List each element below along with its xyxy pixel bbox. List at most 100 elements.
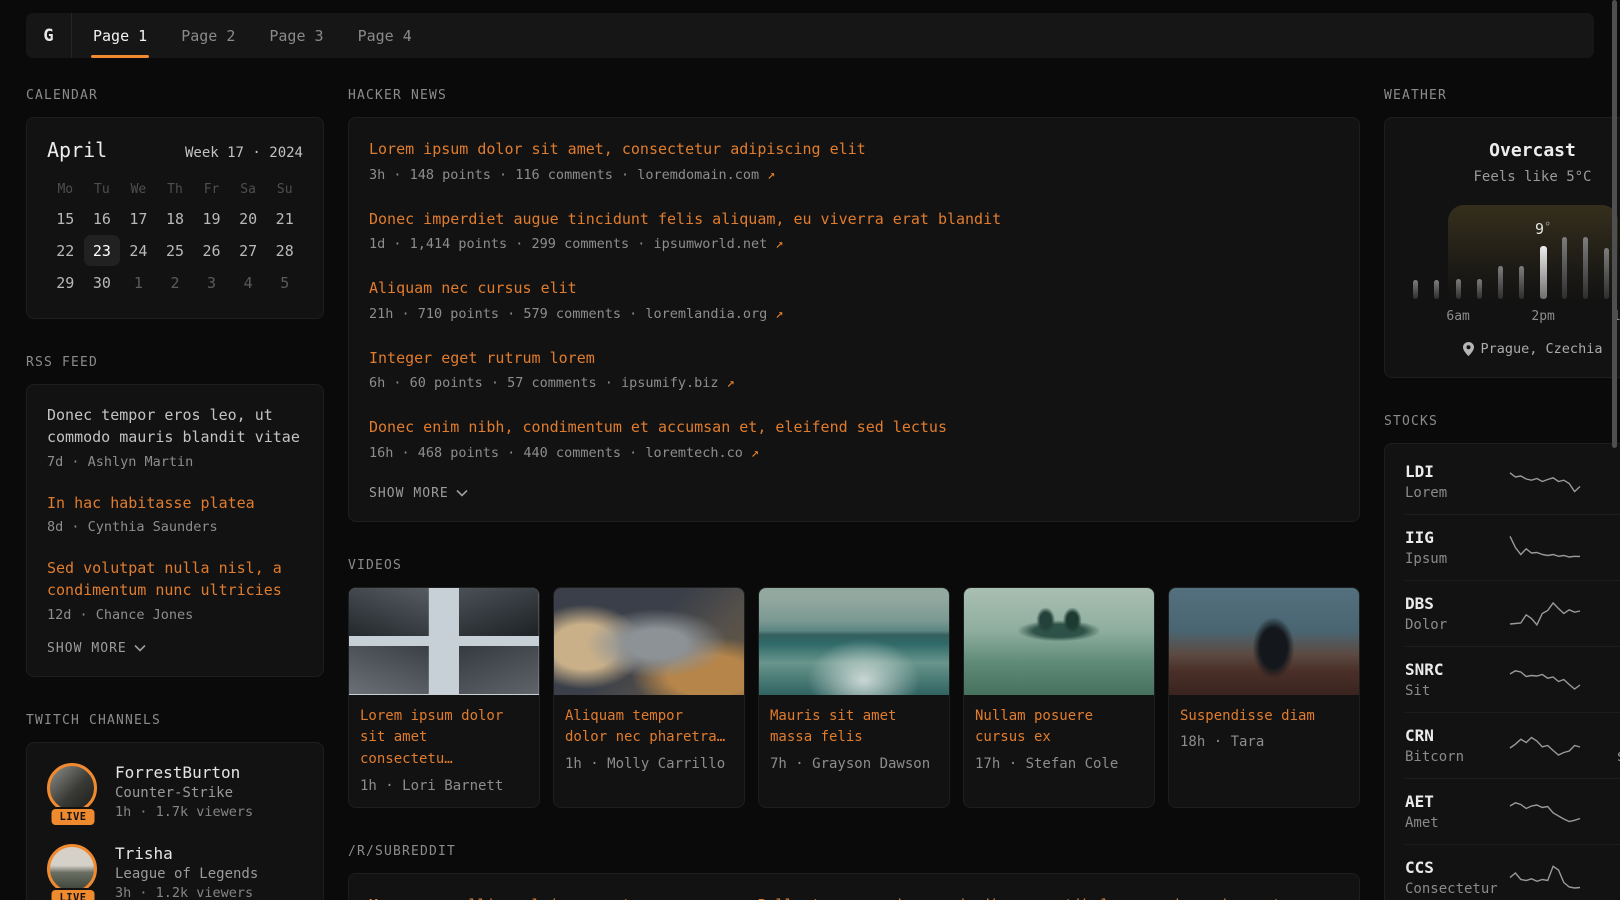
hacker-news-show-more-label: SHOW MORE [369,486,449,501]
subreddit-item-title[interactable]: Maecenas mollis pulvinar erat non posuer… [369,894,1339,900]
rss-item-title[interactable]: Sed volutpat nulla nisl, a condimentum n… [47,558,303,602]
video-title[interactable]: Suspendisse diam [1180,706,1348,728]
twitch-channel-game: Counter-Strike [115,785,253,801]
stock-sparkline [1509,731,1581,761]
twitch-channel-name[interactable]: ForrestBurton [115,763,253,782]
calendar-grid: 1516171819202122232425262728293012345 [47,203,303,298]
weather-bar [1477,279,1482,299]
stocks-section-label: STOCKS [1384,414,1620,429]
temp-value: 9 [1535,220,1544,238]
stock-value: $165.84 [1589,881,1620,897]
app-logo[interactable]: G [26,13,72,58]
video-thumbnail[interactable] [759,588,949,695]
nav-tab-page-1[interactable]: Page 1 [76,13,164,58]
video-meta: 7h · Grayson Dawson [770,756,938,772]
weather-bar-slot [1511,211,1532,299]
stock-value: $795.18 [1589,485,1620,501]
weather-feels-like: Feels like 5°C [1405,169,1620,185]
hacker-news-item-meta: 1d · 1,414 points · 299 comments · ipsum… [369,236,1339,252]
video-card[interactable]: Mauris sit amet massa felis 7h · Grayson … [758,587,950,808]
stock-value: $156.28 [1589,617,1620,633]
calendar-day: 2 [157,267,194,298]
hacker-news-list: Lorem ipsum dolor sit amet, consectetur … [369,138,1339,461]
hacker-news-item-meta: 6h · 60 points · 57 comments · ipsumify.… [369,375,1339,391]
hacker-news-item-title[interactable]: Integer eget rutrum lorem [369,347,1339,370]
stock-ticker: AET [1405,792,1501,811]
video-title[interactable]: Aliquam tempor dolor nec pharetra… [565,706,733,749]
hacker-news-item: Lorem ipsum dolor sit amet, consectetur … [369,138,1339,183]
middle-column: HACKER NEWS Lorem ipsum dolor sit amet, … [348,88,1360,900]
calendar-weekday: Mo [47,182,84,197]
hacker-news-item: Integer eget rutrum lorem 6h · 60 points … [369,347,1339,392]
video-thumbnail[interactable] [964,588,1154,695]
stock-value: $148.64 [1589,683,1620,699]
stock-ticker: CCS [1405,858,1501,877]
hacker-news-item-title[interactable]: Aliquam nec cursus elit [369,277,1339,300]
stock-row: DBSDolor+1.42%$156.28 [1405,580,1620,646]
weather-bar [1540,246,1547,299]
weather-bar-slot [1405,211,1426,299]
weather-bar-slot [1426,211,1447,299]
hacker-news-item-title[interactable]: Lorem ipsum dolor sit amet, consectetur … [369,138,1339,161]
twitch-card: LIVEForrestBurtonCounter-Strike1h · 1.7k… [26,742,324,900]
chevron-down-icon [456,489,468,497]
calendar-day: 25 [157,235,194,266]
video-card[interactable]: Suspendisse diam18h · Tara [1168,587,1360,808]
video-thumbnail[interactable] [349,588,539,695]
hacker-news-item-title[interactable]: Donec enim nibh, condimentum et accumsan… [369,416,1339,439]
video-card[interactable]: Aliquam tempor dolor nec pharetra…1h · M… [553,587,745,808]
subreddit-card: Maecenas mollis pulvinar erat non posuer… [348,873,1360,900]
twitch-channel-row[interactable]: LIVEForrestBurtonCounter-Strike1h · 1.7k… [47,763,303,820]
calendar-day: 30 [84,267,121,298]
nav-tab-page-3[interactable]: Page 3 [252,13,340,58]
twitch-channel-info: TrishaLeague of Legends3h · 1.2k viewers [115,844,258,900]
weather-bar [1456,279,1461,299]
hacker-news-item-title[interactable]: Donec imperdiet augue tincidunt felis al… [369,208,1339,231]
video-card-body: Nullam posuere cursus ex17h · Stefan Col… [964,695,1154,785]
rss-item-title[interactable]: In hac habitasse platea [47,493,303,515]
twitch-channel-name[interactable]: Trisha [115,844,258,863]
video-title[interactable]: Lorem ipsum dolor sit amet consectetu… [360,706,528,771]
stock-value: $66,171.48 [1589,749,1620,765]
calendar-day: 18 [157,203,194,234]
stock-row: SNRCSit+1.36%$148.64 [1405,646,1620,712]
video-card[interactable]: Lorem ipsum dolor sit amet consectetu…1h… [348,587,540,808]
subreddit-item: Maecenas mollis pulvinar erat non posuer… [369,894,1339,900]
stock-left: SNRCSit [1405,660,1501,699]
calendar-card: April Week 17 · 2024 MoTuWeThFrSaSu 1516… [26,117,324,319]
rss-show-more-label: SHOW MORE [47,641,127,656]
live-badge: LIVE [50,807,97,827]
page-scrollbar-thumb[interactable] [1612,0,1617,448]
video-title[interactable]: Mauris sit amet massa felis [770,706,938,749]
twitch-avatar-wrap: LIVE [47,763,99,820]
hacker-news-item: Aliquam nec cursus elit21h · 710 points … [369,277,1339,322]
twitch-channel-row[interactable]: LIVETrishaLeague of Legends3h · 1.2k vie… [47,844,303,900]
nav-tab-page-4[interactable]: Page 4 [341,13,429,58]
dashboard-page: G Page 1Page 2Page 3Page 4 CALENDAR Apri… [0,0,1620,900]
video-card-body: Aliquam tempor dolor nec pharetra…1h · M… [554,695,744,785]
hacker-news-show-more-button[interactable]: SHOW MORE [369,486,1339,501]
rss-card: Donec tempor eros leo, ut commodo mauris… [26,384,324,677]
nav-tab-page-2[interactable]: Page 2 [164,13,252,58]
stock-sparkline [1509,665,1581,695]
calendar-day: 27 [230,235,267,266]
stock-name: Lorem [1405,485,1501,501]
stock-left: CRNBitcorn [1405,726,1501,765]
stock-left: IIGIpsum [1405,528,1501,567]
stock-sparkline [1509,599,1581,629]
stock-right: +2.84%$42.04 [1589,528,1620,567]
hacker-news-item-meta: 3h · 148 points · 116 comments · loremdo… [369,167,1339,183]
stock-change: -1.00% [1589,726,1620,745]
calendar-day: 22 [47,235,84,266]
rss-show-more-button[interactable]: SHOW MORE [47,641,303,656]
video-title[interactable]: Nullam posuere cursus ex [975,706,1143,749]
video-thumbnail[interactable] [1169,588,1359,695]
video-thumbnail[interactable] [554,588,744,695]
weather-bar [1519,266,1524,299]
avatar [47,763,97,813]
rss-item-title[interactable]: Donec tempor eros leo, ut commodo mauris… [47,405,303,449]
video-card[interactable]: Nullam posuere cursus ex17h · Stefan Col… [963,587,1155,808]
hacker-news-section-label: HACKER NEWS [348,88,1360,103]
calendar-day: 4 [230,267,267,298]
calendar-day: 20 [230,203,267,234]
